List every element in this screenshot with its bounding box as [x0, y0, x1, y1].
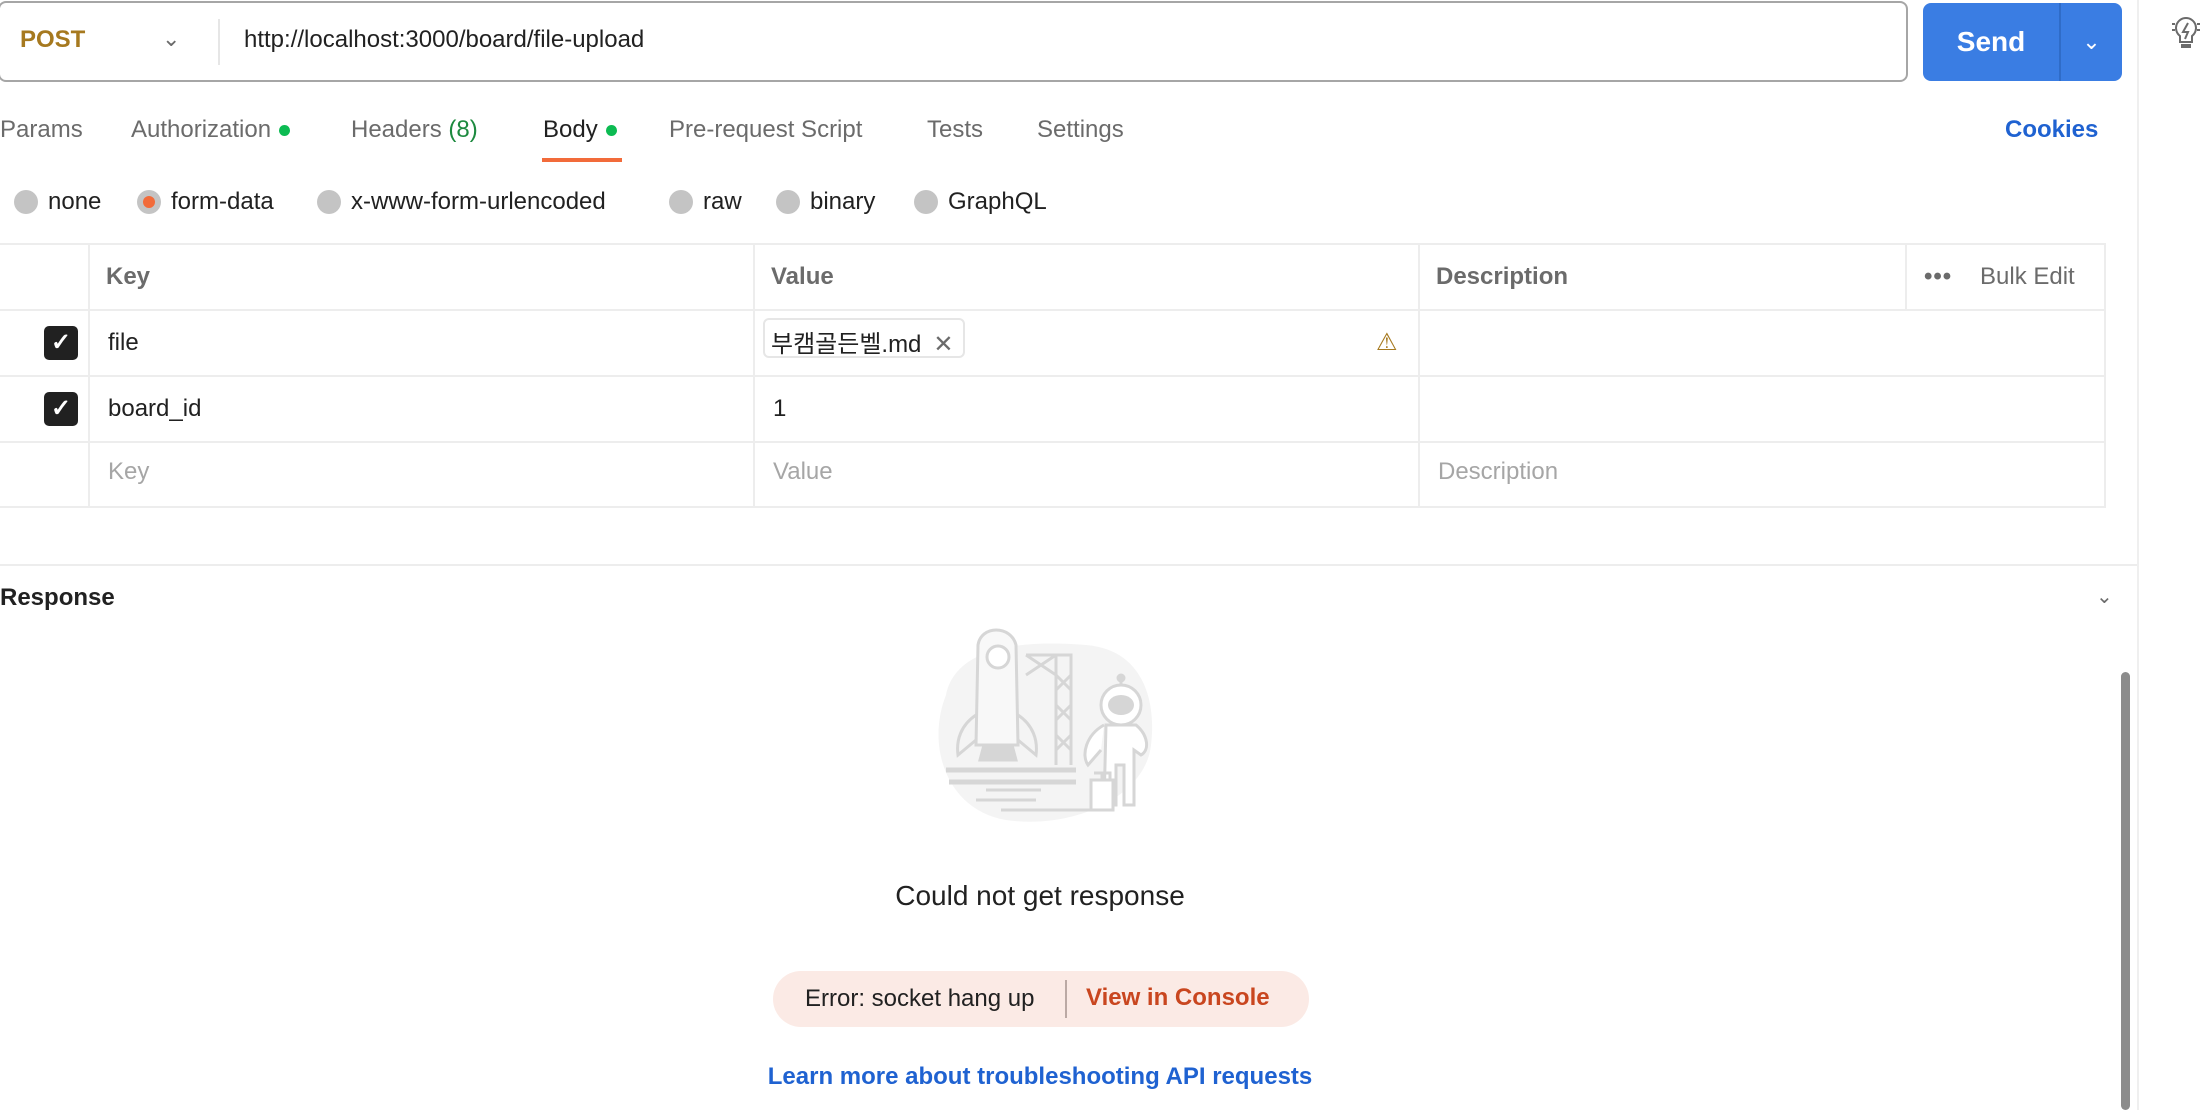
- more-options-icon[interactable]: •••: [1924, 263, 1952, 291]
- radio-label: x-www-form-urlencoded: [351, 188, 606, 215]
- tab-label: Authorization: [131, 116, 272, 143]
- row-value[interactable]: 1: [773, 395, 786, 423]
- radio-none[interactable]: none: [14, 188, 101, 216]
- troubleshooting-link[interactable]: Learn more about troubleshooting API req…: [0, 1063, 2080, 1091]
- radio-binary[interactable]: binary: [776, 188, 875, 216]
- tab-params[interactable]: Params: [0, 116, 83, 144]
- active-tab-indicator: [542, 158, 622, 162]
- row-checkbox[interactable]: ✓: [44, 392, 78, 426]
- tab-settings[interactable]: Settings: [1037, 116, 1124, 144]
- scrollbar[interactable]: [2121, 672, 2130, 1110]
- row-key[interactable]: file: [108, 329, 139, 357]
- key-placeholder[interactable]: Key: [108, 458, 149, 486]
- tab-label: Body: [543, 116, 598, 143]
- lightbulb-icon[interactable]: [2170, 14, 2202, 54]
- description-placeholder[interactable]: Description: [1438, 458, 1558, 486]
- status-dot: [605, 125, 617, 137]
- error-banner: Error: socket hang up View in Console: [773, 971, 1309, 1027]
- tab-label: Pre-request Script: [669, 116, 863, 143]
- tab-label: Headers: [351, 116, 442, 143]
- radio-label: form-data: [171, 188, 274, 215]
- send-button-group: Send ⌄: [1923, 3, 2122, 81]
- chevron-down-icon[interactable]: ⌄: [162, 26, 180, 52]
- warning-icon[interactable]: ⚠: [1376, 328, 1398, 357]
- column-header-key: Key: [106, 263, 151, 290]
- view-in-console-link[interactable]: View in Console: [1086, 984, 1270, 1012]
- send-options-chevron-icon[interactable]: ⌄: [2061, 3, 2122, 81]
- radio-form-data[interactable]: form-data: [137, 188, 274, 216]
- radio-circle: [669, 190, 693, 214]
- error-message: Error: socket hang up: [805, 985, 1035, 1012]
- bulk-edit-button[interactable]: Bulk Edit: [1980, 263, 2075, 291]
- response-title: Response: [0, 584, 115, 611]
- row-key[interactable]: board_id: [108, 395, 201, 423]
- row-checkbox[interactable]: ✓: [44, 326, 78, 360]
- tab-body[interactable]: Body: [543, 116, 617, 144]
- file-chip: 부캠골든벨.md ✕: [763, 318, 965, 358]
- header-count: (8): [448, 116, 478, 143]
- remove-file-icon[interactable]: ✕: [933, 331, 953, 358]
- radio-label: none: [48, 188, 102, 215]
- radio-circle: [317, 190, 341, 214]
- radio-circle: [776, 190, 800, 214]
- radio-circle: [137, 190, 161, 214]
- tab-label: Params: [0, 116, 83, 143]
- radio-raw[interactable]: raw: [669, 188, 742, 216]
- tab-label: Tests: [927, 116, 984, 143]
- radio-x-www-form-urlencoded[interactable]: x-www-form-urlencoded: [317, 188, 606, 216]
- method-select[interactable]: POST: [20, 26, 85, 54]
- value-placeholder[interactable]: Value: [773, 458, 833, 486]
- radio-graphql[interactable]: GraphQL: [914, 188, 1047, 216]
- cookies-link[interactable]: Cookies: [2005, 116, 2098, 144]
- radio-label: binary: [810, 188, 876, 215]
- radio-label: raw: [703, 188, 742, 215]
- divider: [218, 19, 220, 65]
- divider: [1065, 980, 1067, 1018]
- url-input[interactable]: http://localhost:3000/board/file-upload: [244, 26, 644, 54]
- collapse-chevron-icon[interactable]: ⌄: [2096, 584, 2113, 609]
- form-data-table: Key Value Description ••• Bulk Edit ✓ fi…: [0, 243, 2106, 508]
- tab-authorization[interactable]: Authorization: [131, 116, 291, 144]
- tab-tests[interactable]: Tests: [927, 116, 983, 144]
- radio-circle: [14, 190, 38, 214]
- column-header-description: Description: [1436, 263, 1569, 290]
- radio-label: GraphQL: [948, 188, 1047, 215]
- tab-pre-request-script[interactable]: Pre-request Script: [669, 116, 862, 144]
- sidebar-divider: [2137, 0, 2139, 1110]
- column-header-value: Value: [771, 263, 834, 290]
- tab-label: Settings: [1037, 116, 1124, 143]
- file-name: 부캠골든벨.md: [771, 331, 922, 358]
- status-dot: [279, 125, 291, 137]
- send-button[interactable]: Send: [1923, 3, 2059, 81]
- divider[interactable]: [0, 564, 2137, 566]
- radio-circle: [914, 190, 938, 214]
- rocket-astronaut-illustration: [938, 628, 1153, 822]
- no-response-message: Could not get response: [895, 880, 1185, 911]
- tab-headers[interactable]: Headers (8): [351, 116, 478, 144]
